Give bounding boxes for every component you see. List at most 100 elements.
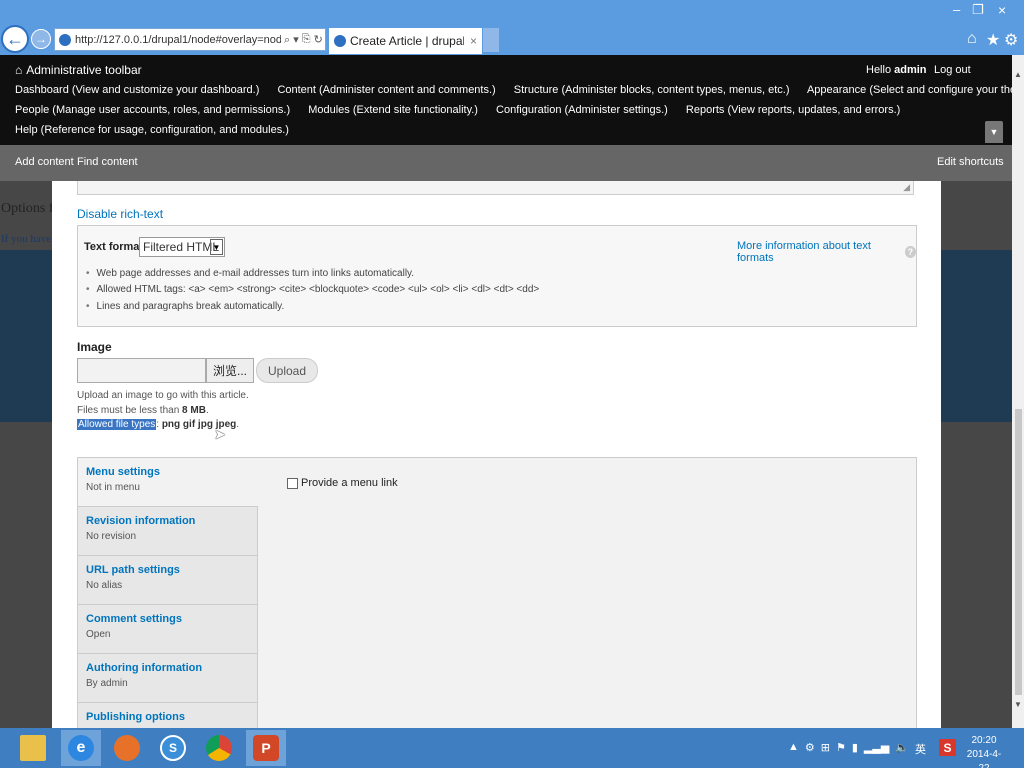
ime-icon[interactable]: 英 [915,741,926,757]
address-bar[interactable]: http://127.0.0.1/drupal1/node#overlay=no… [54,28,326,51]
address-bar-icons[interactable]: ⌕ ▾ ⎘ ↻ [284,33,323,47]
user-link[interactable]: admin [894,64,926,76]
vtab-publishing-options[interactable]: Publishing options [78,703,258,728]
menu-item-appearance[interactable]: Appearance (Select and configure your th… [807,84,1024,96]
system-tray: ▲ ⚙ ⊞ ⚑ ▮ ▂▃▅ 🔈 英 [788,741,926,757]
body-editor-bottom[interactable]: ◢ [77,181,914,195]
chevron-down-icon[interactable]: ▼ [210,239,223,255]
more-info-text-formats[interactable]: More information about text formats ? [737,240,916,264]
vtab-title[interactable]: Menu settings [86,466,258,478]
menu-item-content[interactable]: Content (Administer content and comments… [277,84,495,96]
menu-item-configuration[interactable]: Configuration (Administer settings.) [496,104,668,116]
taskbar-powerpoint[interactable]: P [246,730,286,766]
powerpoint-icon: P [253,735,279,761]
vtab-title[interactable]: Revision information [86,515,257,527]
minimize-icon[interactable]: – [953,2,960,17]
background-text: If you have [1,233,52,245]
home-icon[interactable]: ⌂ [967,30,977,48]
menu-item-modules[interactable]: Modules (Extend site functionality.) [308,104,478,116]
favorites-icon[interactable]: ★ [986,30,1000,50]
size-suffix: . [205,405,209,416]
menu-item-structure[interactable]: Structure (Administer blocks, content ty… [514,84,790,96]
vtab-summary: No revision [86,531,137,542]
taskbar-internet-explorer[interactable]: e [61,730,101,766]
flag-icon[interactable]: ⚑ [836,741,846,757]
tab-create-article[interactable]: Create Article | drupal cl... × [329,28,482,54]
sogou-ime-icon[interactable]: S [939,739,956,756]
vertical-tab-list: Menu settings Not in menu Revision infor… [78,458,258,728]
new-tab-button[interactable] [483,28,499,52]
scrollbar-thumb[interactable] [1015,409,1022,695]
home-icon[interactable]: ⌂ [15,63,22,77]
vtab-comment-settings[interactable]: Comment settings Open [78,605,258,654]
vtab-menu-settings[interactable]: Menu settings Not in menu [78,458,258,507]
toolbar-toggle-button[interactable]: ▼ [985,121,1003,143]
scroll-up-icon[interactable]: ▲ [1014,70,1022,79]
browse-button[interactable]: 浏览... [206,358,254,383]
scroll-down-icon[interactable]: ▼ [1014,700,1022,709]
forward-button[interactable]: → [31,29,51,49]
tray-app-icon[interactable]: ⚙ [805,741,815,757]
image-file-input[interactable] [77,358,206,383]
taskbar-file-explorer[interactable] [13,730,53,766]
help-icon[interactable]: ? [904,246,916,258]
firefox-icon [114,735,140,761]
text-format-fieldset: Text format Filtered HTML ▼ More informa… [77,225,917,327]
size-prefix: Files must be less than [77,405,183,416]
menu-link-label[interactable]: Provide a menu link [301,477,398,489]
more-info-link[interactable]: More information about text formats [737,240,901,264]
vtab-title[interactable]: Authoring information [86,662,257,674]
menu-item-reports[interactable]: Reports (View reports, updates, and erro… [686,104,900,116]
vtab-summary: Not in menu [86,482,140,493]
network-icon[interactable]: ▂▃▅ [864,741,889,757]
menu-item-help[interactable]: Help (Reference for usage, configuration… [15,124,289,136]
shortcut-find-content[interactable]: Find content [77,156,138,168]
search-dropdown-icon[interactable]: ⌕ ▾ [284,33,299,47]
provide-menu-link[interactable]: Provide a menu link [287,477,398,489]
resize-grip-icon[interactable]: ◢ [903,182,910,193]
menu-item-people[interactable]: People (Manage user accounts, roles, and… [15,104,290,116]
image-size-limit: Files must be less than 8 MB. [77,405,209,416]
tab-title: Create Article | drupal cl... [350,34,464,48]
text-format-value[interactable]: Filtered HTML [140,240,219,254]
tray-app-icon[interactable]: ⊞ [821,741,830,757]
drupal-favicon-icon [59,33,71,46]
tray-expand-icon[interactable]: ▲ [788,741,799,757]
edit-shortcuts-link[interactable]: Edit shortcuts [937,156,1004,168]
vertical-tabs: Menu settings Not in menu Revision infor… [77,457,917,728]
format-tip: Lines and paragraphs break automatically… [86,301,285,312]
menu-item-dashboard[interactable]: Dashboard (View and customize your dashb… [15,84,259,96]
restore-icon[interactable]: ❐ [972,2,984,18]
menu-link-checkbox[interactable] [287,477,298,489]
upload-button[interactable]: Upload [256,358,318,383]
tab-favicon-icon [334,35,346,47]
vtab-title[interactable]: Publishing options [86,711,257,723]
browser-chrome: ← → http://127.0.0.1/drupal1/node#overla… [0,0,1024,55]
battery-icon[interactable]: ▮ [852,741,858,757]
taskbar-firefox[interactable] [107,730,147,766]
vtab-authoring-information[interactable]: Authoring information By admin [78,654,258,703]
shortcut-add-content[interactable]: Add content [15,156,74,168]
vtab-revision-information[interactable]: Revision information No revision [78,507,258,556]
back-button[interactable]: ← [1,25,29,53]
taskbar-search-app[interactable]: S [153,730,193,766]
vtab-url-path-settings[interactable]: URL path settings No alias [78,556,258,605]
taskbar-chrome[interactable] [199,730,239,766]
page-scrollbar[interactable]: ▲ ▼ [1012,55,1024,728]
compat-view-icon[interactable]: ⎘ [302,33,311,47]
volume-icon[interactable]: 🔈 [895,741,909,757]
close-window-icon[interactable]: × [998,2,1006,18]
text-format-label: Text format [84,241,144,253]
logout-link[interactable]: Log out [934,64,971,76]
internet-explorer-icon: e [68,735,94,761]
disable-rich-text-link[interactable]: Disable rich-text [77,207,163,221]
url-text[interactable]: http://127.0.0.1/drupal1/node#overlay=no… [75,34,281,46]
clock[interactable]: 20:20 2014-4-22 [962,734,1006,768]
vtab-title[interactable]: URL path settings [86,564,257,576]
gear-icon[interactable]: ⚙ [1004,30,1018,50]
refresh-icon[interactable]: ↻ [314,33,323,47]
vtab-title[interactable]: Comment settings [86,613,257,625]
clock-date: 2014-4-22 [966,749,1002,768]
tab-close-icon[interactable]: × [470,34,477,48]
text-format-select[interactable]: Filtered HTML ▼ [139,237,225,257]
